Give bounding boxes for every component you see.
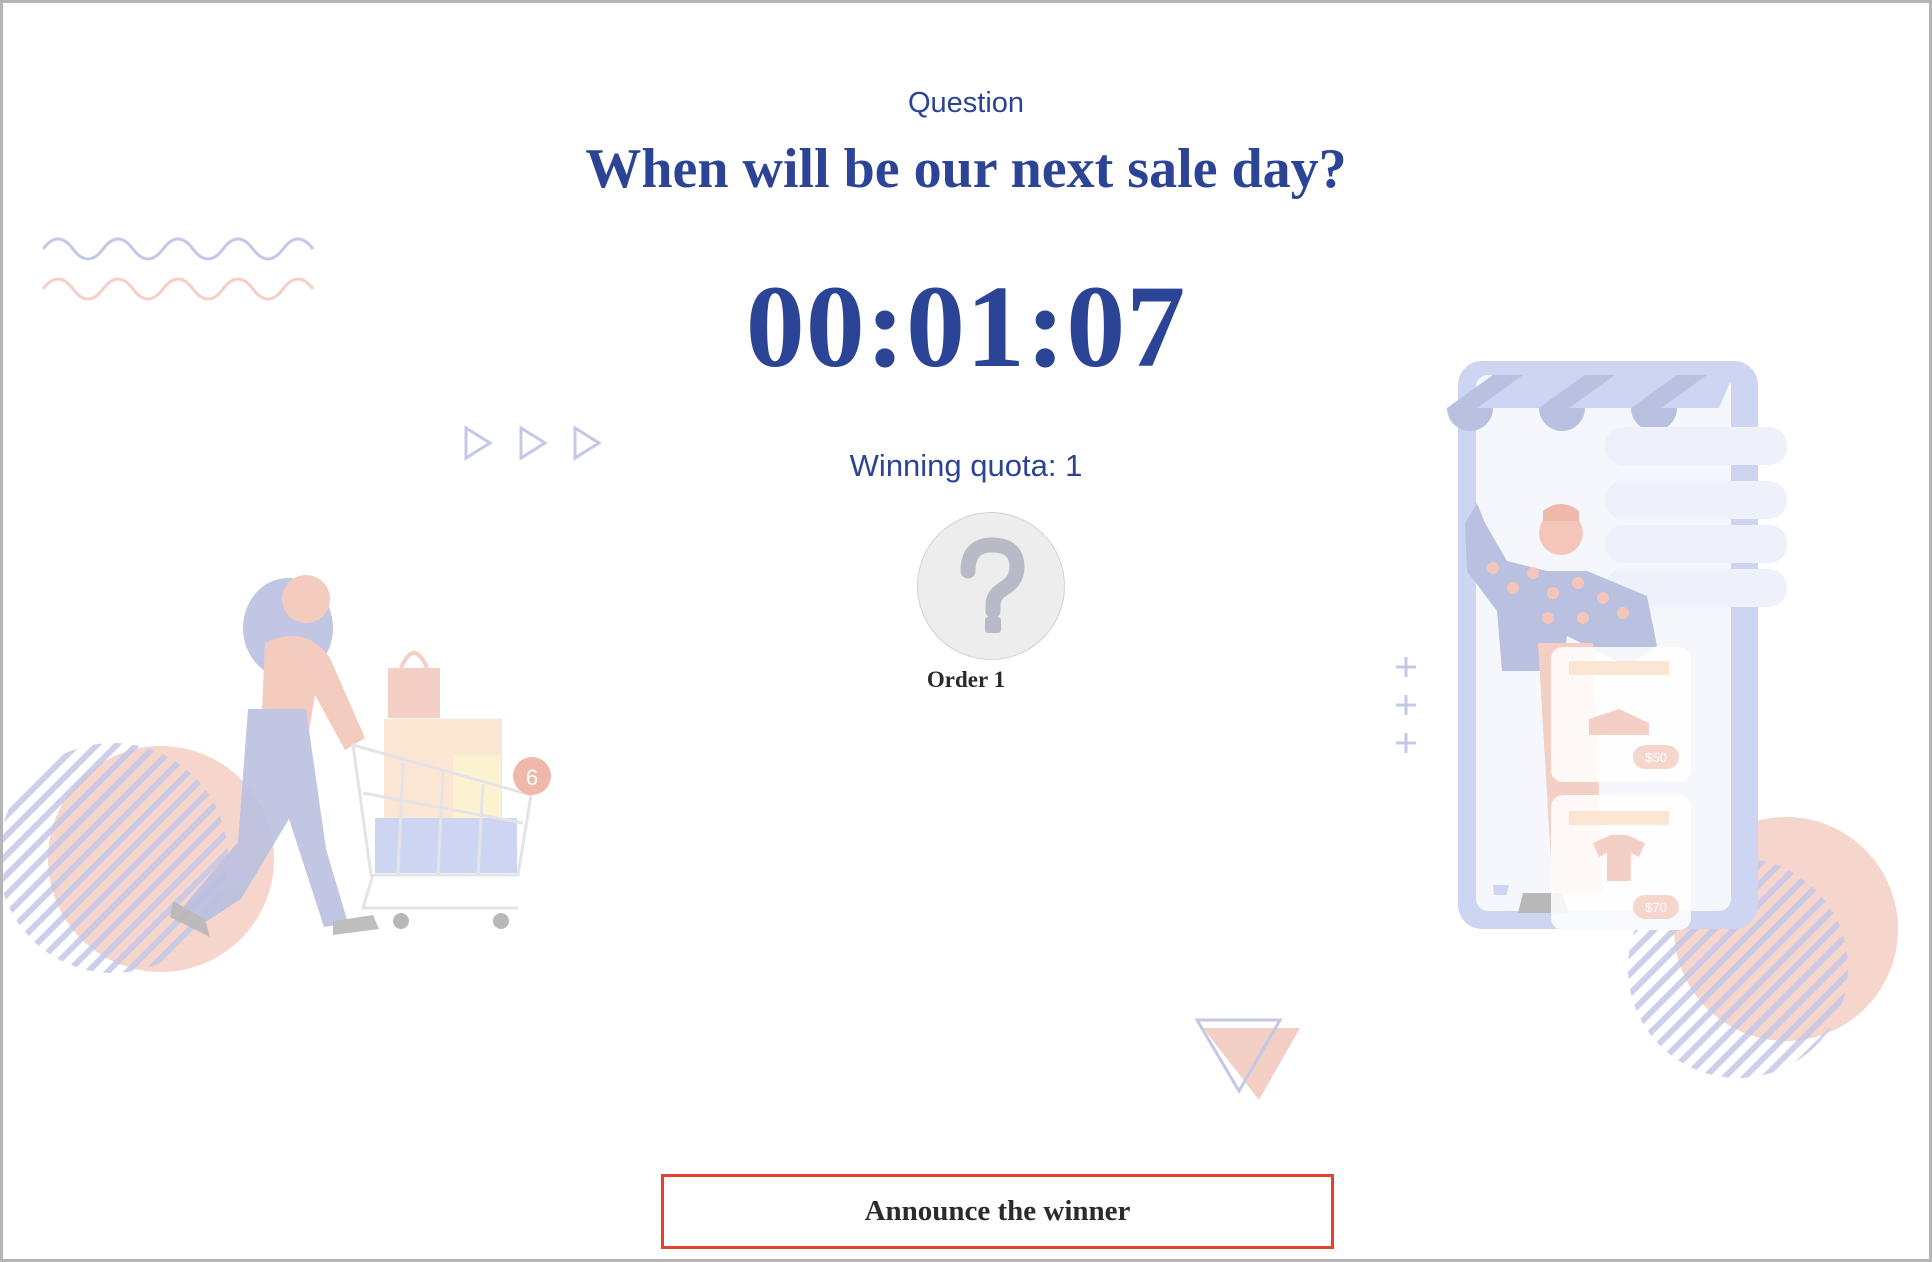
announce-winner-button[interactable]: Announce the winner: [661, 1174, 1334, 1249]
winning-quota: Winning quota: 1: [849, 448, 1083, 483]
shopping-cart-illustration: 6: [351, 651, 551, 929]
phone-storefront-illustration: $50 $70: [1447, 361, 1787, 930]
winner-slot-placeholder: [917, 512, 1065, 660]
svg-text:6: 6: [526, 765, 538, 790]
order-label: Order 1: [926, 667, 1006, 692]
countdown-timer: 00:01:07: [745, 261, 1187, 392]
pink-triangle: [1203, 1028, 1300, 1100]
wave-line-blue: [41, 237, 315, 261]
question-mark-icon: [960, 537, 1025, 633]
page-frame: 6 $50 $70 Question When will be our next…: [0, 0, 1932, 1262]
question-label: Question: [907, 87, 1025, 119]
question-title: When will be our next sale day?: [585, 138, 1347, 200]
price-tag-50: $50: [1645, 750, 1667, 765]
price-tag-70: $70: [1645, 900, 1667, 915]
